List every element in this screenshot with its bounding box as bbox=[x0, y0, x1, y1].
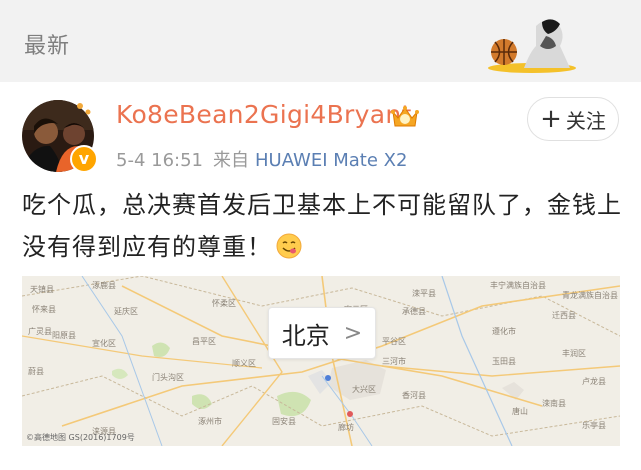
username-link[interactable]: Ko8eBean2Gigi4Bryant bbox=[116, 100, 412, 129]
map-town-label: 天镇县 bbox=[30, 285, 54, 294]
post-source-link[interactable]: HUAWEI Mate X2 bbox=[255, 150, 407, 171]
plus-icon: + bbox=[540, 104, 562, 134]
map-town-label: 大兴区 bbox=[352, 385, 376, 394]
map-town-label: 门头沟区 bbox=[152, 373, 184, 382]
map-town-label: 延庆区 bbox=[114, 307, 138, 316]
map-town-label: 乐亭县 bbox=[582, 421, 606, 430]
map-town-label: 昌平区 bbox=[192, 337, 216, 346]
map-town-label: 三河市 bbox=[382, 357, 406, 366]
chevron-right-icon: > bbox=[343, 320, 363, 346]
basketball-player-icon bbox=[488, 19, 576, 73]
map-town-label: 怀来县 bbox=[32, 305, 56, 314]
map-background bbox=[22, 276, 620, 446]
map-town-label: 蔚县 bbox=[28, 367, 44, 376]
map-town-label: 丰宁满族自治县 bbox=[490, 281, 546, 290]
follow-label: 关注 bbox=[565, 108, 606, 133]
map-town-label: 唐山 bbox=[512, 407, 528, 416]
verified-badge-icon: v bbox=[70, 145, 98, 173]
map-town-label: 宣化区 bbox=[92, 339, 116, 348]
map-town-label: 承德县 bbox=[402, 307, 426, 316]
map-town-label: 香河县 bbox=[402, 391, 426, 400]
map-town-label: 迁西县 bbox=[552, 311, 576, 320]
post-date: 5-4 16:51 bbox=[116, 150, 203, 171]
map-town-label: 滦平县 bbox=[412, 289, 436, 298]
yummy-face-emoji-icon bbox=[276, 233, 302, 259]
map-town-label: 丰润区 bbox=[562, 349, 586, 358]
location-map[interactable]: 天镇县涿鹿县怀来县延庆区丰宁满族自治县滦平县承德县怀柔区密云区平谷区遵化市迁西县… bbox=[22, 276, 620, 446]
map-city-label: 北京 bbox=[281, 321, 330, 350]
map-town-label: 廊坊 bbox=[338, 423, 354, 432]
crown-badge-icon[interactable] bbox=[390, 104, 420, 130]
follow-button[interactable]: + 关注 bbox=[527, 97, 619, 141]
map-town-label: 阳原县 bbox=[52, 331, 76, 340]
map-location-chip[interactable]: 北京 > bbox=[268, 307, 376, 359]
post-meta: 5-4 16:51 来自 HUAWEI Mate X2 bbox=[116, 146, 407, 172]
map-town-label: 涿鹿县 bbox=[92, 281, 116, 290]
map-town-label: 顺义区 bbox=[232, 359, 256, 368]
map-town-label: 怀柔区 bbox=[212, 299, 236, 308]
section-title: 最新 bbox=[24, 34, 71, 59]
from-label: 来自 bbox=[213, 150, 249, 171]
map-town-label: 遵化市 bbox=[492, 327, 516, 336]
post-text: 吃个瓜，总决赛首发后卫基本上不可能留队了，金钱上没有得到应有的尊重！ bbox=[22, 184, 622, 268]
map-town-label: 滦南县 bbox=[542, 399, 566, 408]
map-town-label: 平谷区 bbox=[382, 337, 406, 346]
map-town-label: 广灵县 bbox=[28, 327, 52, 336]
map-town-label: 卢龙县 bbox=[582, 377, 606, 386]
map-town-label: 涿州市 bbox=[198, 417, 222, 426]
map-town-label: 青龙满族自治县 bbox=[562, 291, 618, 300]
map-credit: ©高德地图 GS(2016)1709号 bbox=[26, 433, 135, 442]
post-text-body: 吃个瓜，总决赛首发后卫基本上不可能留队了，金钱上没有得到应有的尊重！ bbox=[22, 191, 622, 261]
map-town-label: 玉田县 bbox=[492, 357, 516, 366]
section-header: 最新 bbox=[0, 0, 641, 82]
map-town-label: 固安县 bbox=[272, 417, 296, 426]
